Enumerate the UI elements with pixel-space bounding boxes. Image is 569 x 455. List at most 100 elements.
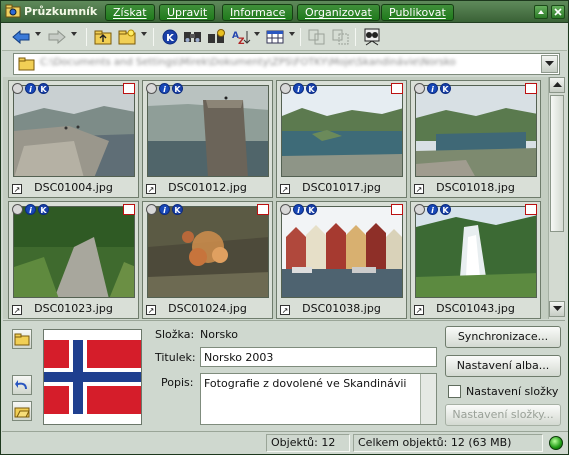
- sort-az-icon[interactable]: AZ: [230, 27, 252, 47]
- find-icon[interactable]: [182, 27, 204, 47]
- keywords-icon: K: [440, 83, 451, 94]
- back-dropdown-icon[interactable]: [35, 32, 41, 36]
- thumbnail-filename: DSC01038.jpg: [302, 302, 381, 315]
- camera-icon: [12, 83, 23, 94]
- keywords-icon: K: [38, 204, 49, 215]
- thumbnail-item[interactable]: i K ↗ DSC01004.jpg: [8, 80, 139, 198]
- info-icon: i: [25, 204, 36, 215]
- description-label: Popis:: [161, 376, 194, 389]
- forward-arrow-icon[interactable]: [46, 27, 68, 47]
- find-info-icon[interactable]: [206, 27, 228, 47]
- synchronize-button[interactable]: Synchronizace...: [445, 326, 561, 348]
- browse-folder-button[interactable]: [12, 401, 32, 421]
- explorer-window: Průzkumník Získat Upravit Informace Orga…: [0, 0, 569, 455]
- thumbnail-item[interactable]: i K ↗ DSC01023.jpg: [8, 201, 139, 319]
- info-icon: i: [159, 83, 170, 94]
- keywords-icon: K: [38, 83, 49, 94]
- window-title: Průzkumník: [24, 5, 98, 18]
- minimize-button[interactable]: [534, 5, 548, 19]
- address-dropdown-button[interactable]: [541, 55, 558, 73]
- scroll-up-button[interactable]: [549, 77, 565, 93]
- folder-settings-checkbox-label[interactable]: Nastavení složky: [466, 385, 558, 398]
- thumbnail-filename: DSC01023.jpg: [34, 302, 113, 315]
- album-settings-button[interactable]: Nastavení alba...: [445, 355, 561, 377]
- keywords-icon: K: [172, 204, 183, 215]
- photo-thumbnail: [13, 206, 135, 298]
- open-folder-button[interactable]: [12, 329, 32, 349]
- description-text: Fotografie z dovolené ve Skandinávii: [204, 377, 407, 390]
- photo-thumbnail: [147, 85, 269, 177]
- flag-icon: [525, 83, 537, 94]
- close-button[interactable]: [551, 5, 565, 19]
- undo-button[interactable]: [12, 375, 32, 395]
- photo-thumbnail: [147, 206, 269, 298]
- keywords-icon: K: [306, 204, 317, 215]
- total-objects: Celkem objektů: 12 (63 MB): [353, 434, 543, 452]
- status-bar: Objektů: 12 Celkem objektů: 12 (63 MB): [2, 431, 568, 454]
- menu-organizovat[interactable]: Organizovat: [297, 4, 380, 21]
- camera-icon: [146, 204, 157, 215]
- info-icon: i: [293, 204, 304, 215]
- thumbnail-item[interactable]: i K ↗ DSC01038.jpg: [276, 201, 407, 319]
- title-bar: Průzkumník Získat Upravit Informace Orga…: [1, 1, 568, 23]
- address-path[interactable]: C:\Documents and Settings\Mirek\Dokument…: [40, 57, 520, 70]
- thumbnail-filename: DSC01024.jpg: [168, 302, 247, 315]
- thumbnail-gallery[interactable]: i K ↗ DSC01004.jpg i K ↗ DSC01012.jpg i …: [3, 77, 548, 319]
- gallery-scrollbar[interactable]: [548, 77, 565, 319]
- thumbnail-item[interactable]: i K ↗ DSC01012.jpg: [142, 80, 273, 198]
- toolbar: K AZ: [2, 23, 567, 51]
- menu-ziskat[interactable]: Získat: [105, 4, 155, 21]
- folder-settings-checkbox[interactable]: [448, 385, 461, 398]
- back-arrow-icon[interactable]: [10, 27, 32, 47]
- thumbnail-filename: DSC01018.jpg: [436, 181, 515, 194]
- sort-dropdown-icon[interactable]: [254, 32, 260, 36]
- thumbnail-item[interactable]: i K ↗ DSC01043.jpg: [410, 201, 541, 319]
- keywords-icon[interactable]: K: [159, 27, 181, 47]
- move-to-icon[interactable]: [330, 27, 352, 47]
- address-bar[interactable]: C:\Documents and Settings\Mirek\Dokument…: [13, 53, 560, 75]
- menu-informace[interactable]: Informace: [222, 4, 294, 21]
- description-scrollbar[interactable]: [420, 374, 436, 424]
- folder-label: Složka:: [155, 328, 195, 341]
- folder-value: Norsko: [200, 328, 238, 341]
- menu-upravit[interactable]: Upravit: [159, 4, 216, 21]
- thumbnail-filename: DSC01012.jpg: [168, 181, 247, 194]
- description-textarea[interactable]: Fotografie z dovolené ve Skandinávii: [200, 373, 437, 425]
- view-dropdown-icon[interactable]: [289, 32, 295, 36]
- camera-icon: [414, 204, 425, 215]
- thumbnail-item[interactable]: i K ↗ DSC01018.jpg: [410, 80, 541, 198]
- photo-thumbnail: [281, 85, 403, 177]
- flag-icon: [123, 204, 135, 215]
- photo-thumbnail: [13, 85, 135, 177]
- status-led-icon: [549, 436, 563, 450]
- menu-publikovat[interactable]: Publikovat: [381, 4, 454, 21]
- flag-icon: [391, 204, 403, 215]
- folder-icon: [18, 57, 35, 74]
- info-icon: i: [159, 204, 170, 215]
- info-icon: i: [25, 83, 36, 94]
- new-folder-dropdown-icon[interactable]: [141, 32, 147, 36]
- folder-up-icon[interactable]: [92, 27, 114, 47]
- flag-icon: [257, 204, 269, 215]
- thumbnail-filename: DSC01017.jpg: [302, 181, 381, 194]
- info-icon: i: [427, 204, 438, 215]
- svg-text:Z: Z: [238, 37, 245, 45]
- camera-icon: [280, 204, 291, 215]
- slideshow-icon[interactable]: [361, 27, 383, 47]
- new-folder-icon[interactable]: [116, 27, 138, 47]
- scroll-thumb[interactable]: [550, 95, 564, 232]
- camera-icon: [414, 83, 425, 94]
- camera-icon: [280, 83, 291, 94]
- title-input[interactable]: Norsko 2003: [200, 347, 437, 367]
- thumbnail-filename: DSC01043.jpg: [436, 302, 515, 315]
- thumbnail-item[interactable]: i K ↗ DSC01024.jpg: [142, 201, 273, 319]
- camera-icon: [146, 83, 157, 94]
- svg-text:K: K: [166, 33, 175, 44]
- info-icon: i: [293, 83, 304, 94]
- copy-to-icon[interactable]: [306, 27, 328, 47]
- view-grid-icon[interactable]: [264, 27, 286, 47]
- scroll-down-button[interactable]: [549, 301, 565, 317]
- thumbnail-item[interactable]: i K ↗ DSC01017.jpg: [276, 80, 407, 198]
- forward-dropdown-icon[interactable]: [71, 32, 77, 36]
- folder-settings-button[interactable]: Nastavení složky...: [445, 404, 561, 426]
